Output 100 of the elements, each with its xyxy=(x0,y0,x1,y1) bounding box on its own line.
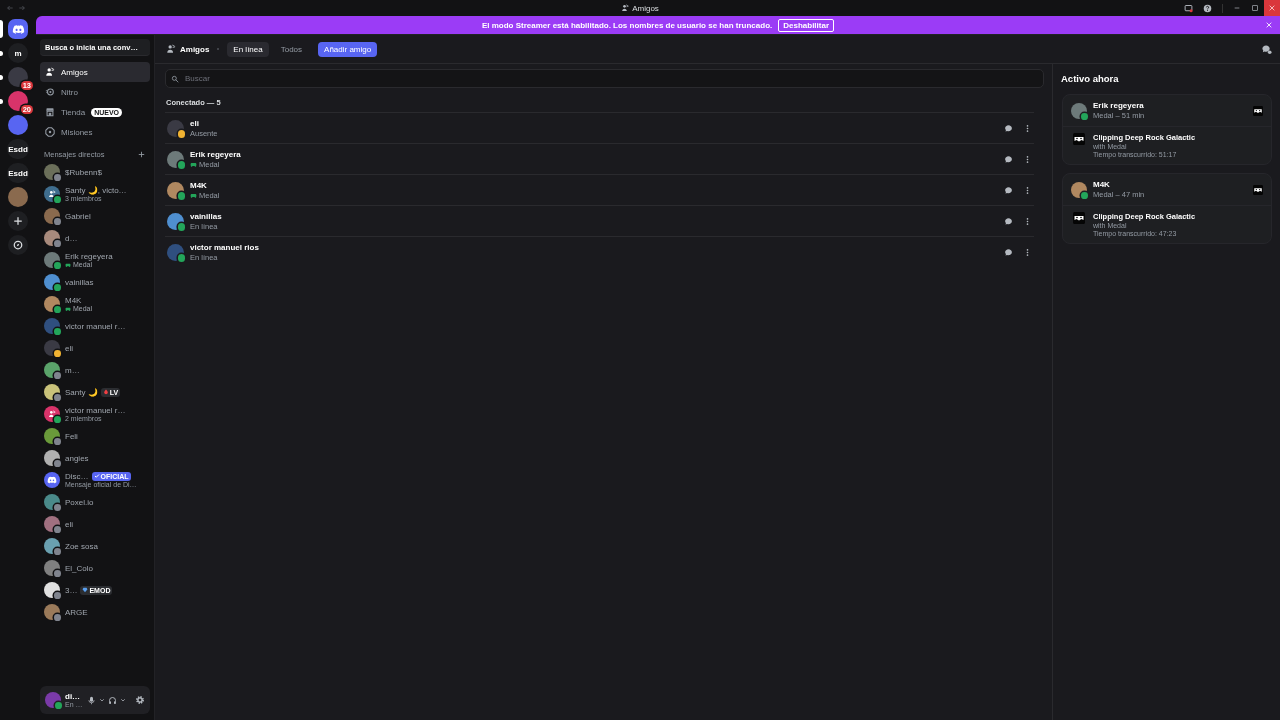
back-icon xyxy=(6,4,14,12)
chat-icon[interactable] xyxy=(1004,154,1013,164)
dm-name[interactable]: Gabriel xyxy=(65,211,91,221)
ring-icon xyxy=(45,87,55,97)
gamepad-icon xyxy=(190,191,197,199)
avatar xyxy=(44,274,60,290)
settings-icon[interactable] xyxy=(135,695,145,705)
person-icon xyxy=(48,410,56,418)
dm-name[interactable]: 3… xyxy=(65,585,78,595)
avatar xyxy=(44,516,60,532)
banner-text: El modo Streamer está habilitado. Los nombres de usuario se han truncado. xyxy=(481,20,773,30)
friend-name: Erik regeyera xyxy=(1093,101,1145,110)
friend-name[interactable]: vainillas xyxy=(190,211,222,221)
close-button[interactable] xyxy=(1264,0,1280,16)
plus-icon xyxy=(13,216,23,226)
avatar xyxy=(44,384,60,400)
server-button[interactable]: m xyxy=(8,43,28,63)
dm-name[interactable]: Feli xyxy=(65,431,78,441)
filter-tab[interactable]: En línea xyxy=(227,41,269,57)
dm-name[interactable]: d… xyxy=(65,233,78,243)
server-button[interactable]: Esdd xyxy=(7,163,29,183)
shop-icon xyxy=(45,107,55,117)
friend-name: M4K xyxy=(1093,180,1111,189)
avatar xyxy=(44,494,60,510)
mask-icon xyxy=(1253,184,1263,195)
avatar xyxy=(44,208,60,224)
caret-icon[interactable] xyxy=(99,697,105,703)
dm-name[interactable]: Santy 🌙, victo… xyxy=(65,185,127,195)
nav-item[interactable]: Nitro xyxy=(40,82,150,102)
dm-name[interactable]: Disc… xyxy=(65,471,89,481)
avatar xyxy=(44,538,60,554)
forward-icon xyxy=(18,4,26,12)
dm-name[interactable]: M4K xyxy=(65,295,82,305)
server-icon[interactable] xyxy=(8,187,28,207)
friend-name[interactable]: Erik regeyera xyxy=(190,149,241,159)
inbox-icon[interactable] xyxy=(1184,3,1193,13)
close-icon xyxy=(1268,4,1276,12)
dm-name[interactable]: El_Colo xyxy=(65,563,93,573)
add-friend-button[interactable]: Añadir amigo xyxy=(318,41,378,57)
close-icon[interactable] xyxy=(1265,21,1273,29)
dm-name[interactable]: m… xyxy=(65,365,80,375)
new-chat-icon[interactable] xyxy=(1261,43,1272,55)
add-server-button[interactable] xyxy=(8,211,28,231)
dm-name[interactable]: $Rubenn$ xyxy=(65,167,102,177)
chat-icon[interactable] xyxy=(1004,123,1013,133)
friend-name[interactable]: eli xyxy=(190,118,218,128)
help-icon[interactable] xyxy=(1203,3,1212,13)
dm-name[interactable]: eli xyxy=(65,519,73,529)
search-icon xyxy=(171,74,179,83)
chat-icon[interactable] xyxy=(1004,185,1013,195)
nav-item[interactable]: Amigos xyxy=(40,62,150,82)
gamepad-icon xyxy=(190,160,197,168)
avatar xyxy=(44,560,60,576)
person-icon xyxy=(45,67,55,77)
dm-name[interactable]: Poxel.io xyxy=(65,497,94,507)
dm-name[interactable]: victor manuel r… xyxy=(65,405,126,415)
dm-name[interactable]: eli xyxy=(65,343,73,353)
friend-name[interactable]: victor manuel rios xyxy=(190,242,259,252)
avatar xyxy=(44,582,60,598)
search-field[interactable]: Buscar xyxy=(165,69,1044,88)
server-button[interactable]: Esdd xyxy=(7,139,29,159)
gamepad-icon xyxy=(65,305,71,312)
maximize-icon[interactable] xyxy=(1251,4,1259,12)
avatar xyxy=(44,252,60,268)
explore-button[interactable] xyxy=(8,235,28,255)
check-icon xyxy=(93,473,100,479)
dm-name[interactable]: Erik regeyera xyxy=(65,251,113,261)
dm-name[interactable]: victor manuel r… xyxy=(65,321,126,331)
window-title: Amigos xyxy=(632,3,659,13)
avatar xyxy=(44,230,60,246)
caret-icon[interactable] xyxy=(120,697,126,703)
chat-icon[interactable] xyxy=(1004,247,1013,257)
avatar xyxy=(1071,102,1087,119)
microphone-icon[interactable] xyxy=(87,695,96,705)
dm-name[interactable]: ARGE xyxy=(65,607,88,617)
friend-name[interactable]: M4K xyxy=(190,180,220,190)
server-icon[interactable] xyxy=(8,115,28,135)
dm-name[interactable]: vainillas xyxy=(65,277,94,287)
disable-button[interactable]: Deshabilitar xyxy=(778,18,835,32)
dm-name[interactable]: Santy 🌙 xyxy=(65,387,98,397)
dm-name[interactable]: Zoe sosa xyxy=(65,541,98,551)
avatar xyxy=(1071,181,1087,198)
person-icon xyxy=(48,190,56,198)
plus-icon[interactable] xyxy=(138,151,145,158)
nav-item[interactable]: Misiones xyxy=(40,122,150,142)
person-icon xyxy=(166,44,176,54)
gamepad-icon xyxy=(65,261,71,268)
dm-name[interactable]: angies xyxy=(65,453,89,463)
avatar xyxy=(44,450,60,466)
avatar xyxy=(44,362,60,378)
filter-tab[interactable]: Todos xyxy=(274,41,309,57)
chat-icon[interactable] xyxy=(1004,216,1013,226)
home-button[interactable] xyxy=(8,19,28,39)
gem-icon xyxy=(82,587,89,593)
avatar xyxy=(44,318,60,334)
compass-icon xyxy=(13,240,23,250)
octagon-icon xyxy=(45,127,55,137)
user-name[interactable]: di… xyxy=(65,692,83,701)
person-icon xyxy=(621,4,630,12)
headphones-icon[interactable] xyxy=(108,695,117,705)
